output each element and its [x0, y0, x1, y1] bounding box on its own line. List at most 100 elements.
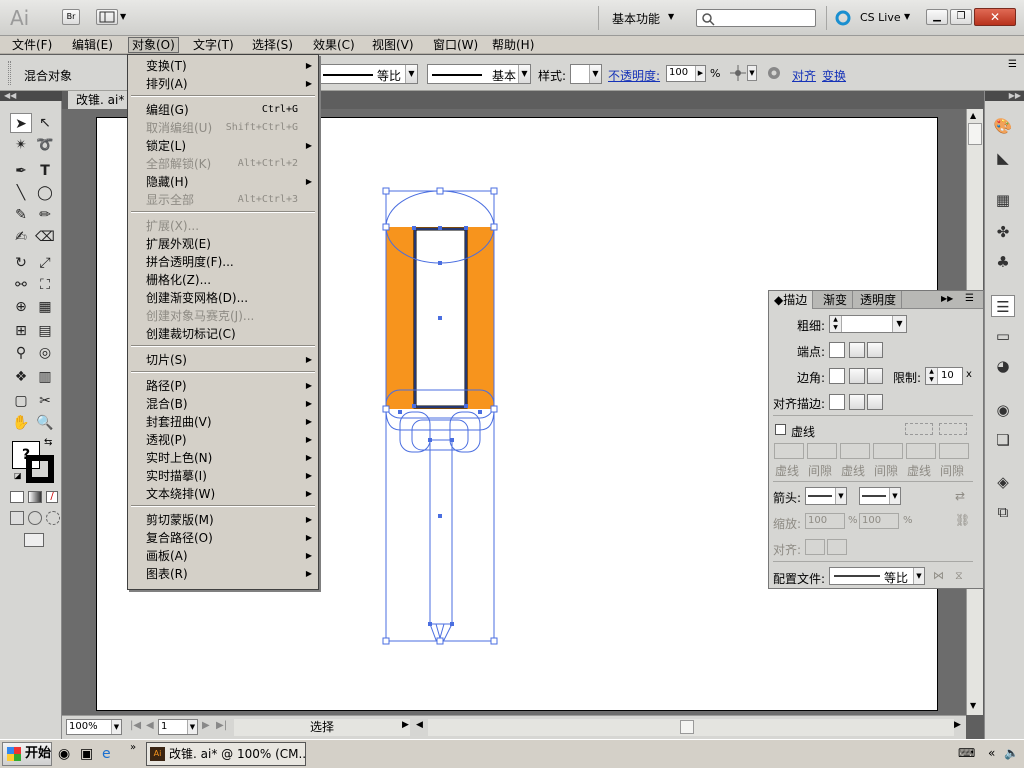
ie-icon[interactable]: e	[102, 746, 111, 762]
brushes-panel-icon[interactable]: ✤	[991, 221, 1015, 243]
scroll-thumb[interactable]	[680, 720, 694, 734]
current-tool-status[interactable]: 选择	[234, 719, 410, 736]
object-menu-item[interactable]: 栅格化(Z)...	[128, 271, 318, 289]
dashed-line-checkbox[interactable]	[775, 424, 786, 435]
chevron-right-icon[interactable]: ▶	[954, 720, 961, 730]
flip-along-icon[interactable]: ⋈	[933, 569, 944, 582]
chevron-down-icon[interactable]: ▼	[913, 568, 924, 584]
arrow-align-extend-button[interactable]	[805, 539, 825, 555]
stroke-panel-icon[interactable]: ☰	[991, 295, 1015, 317]
chevron-down-icon[interactable]: ▼	[889, 488, 900, 504]
quick-launch-expand-icon[interactable]: »	[130, 742, 136, 753]
object-menu-item[interactable]: 剪切蒙版(M) ▶	[128, 511, 318, 529]
dash-2-input[interactable]	[840, 443, 870, 459]
chevron-down-icon[interactable]: ▼	[187, 720, 197, 734]
link-icon[interactable]: ⛓	[955, 513, 970, 527]
appearance-panel-icon[interactable]: ◉	[991, 399, 1015, 421]
bevel-join-button[interactable]	[867, 368, 883, 384]
keyboard-icon[interactable]: ⌨	[958, 746, 975, 760]
layers-panel-icon[interactable]: ◈	[991, 471, 1015, 493]
scroll-thumb[interactable]	[968, 123, 982, 145]
artboard-number-input[interactable]: 1 ▼	[158, 719, 198, 735]
object-menu-item[interactable]: 封套扭曲(V) ▶	[128, 413, 318, 431]
round-join-button[interactable]	[849, 368, 865, 384]
align-outside-button[interactable]	[867, 394, 883, 410]
chevron-down-icon[interactable]: ▼	[111, 720, 121, 734]
projecting-cap-button[interactable]	[867, 342, 883, 358]
align-center-button[interactable]	[829, 394, 845, 410]
taskbar-item-illustrator[interactable]: Ai 改锥. ai* @ 100% (CM...	[146, 742, 306, 766]
chevron-up-icon[interactable]: ▲	[970, 111, 976, 120]
preserve-dash-icon[interactable]	[905, 423, 933, 435]
graphic-styles-icon[interactable]: ❏	[991, 429, 1015, 451]
expand-icon[interactable]: ▶▶	[985, 91, 1024, 101]
object-menu-item[interactable]: 创建渐变网格(D)...	[128, 289, 318, 307]
object-menu-item[interactable]: 透视(P) ▶	[128, 431, 318, 449]
object-menu-item[interactable]: 排列(A) ▶	[128, 75, 318, 93]
tab-transparency[interactable]: 透明度	[855, 291, 903, 309]
object-menu-item[interactable]: 变换(T) ▶	[128, 57, 318, 75]
profile-dropdown[interactable]: 等比 ▼	[829, 567, 925, 585]
round-cap-button[interactable]	[849, 342, 865, 358]
object-menu-item[interactable]: 复合路径(O) ▶	[128, 529, 318, 547]
object-menu-item[interactable]: 图表(R) ▶	[128, 565, 318, 583]
last-artboard-icon[interactable]: ▶|	[216, 720, 227, 731]
object-menu-item[interactable]: 混合(B) ▶	[128, 395, 318, 413]
object-menu-item[interactable]: 隐藏(H) ▶	[128, 173, 318, 191]
start-button[interactable]: 开始	[2, 742, 52, 766]
symbols-panel-icon[interactable]: ♣	[991, 251, 1015, 273]
transparency-panel-icon[interactable]: ◕	[991, 355, 1015, 377]
show-desktop-icon[interactable]: ▣	[80, 746, 93, 762]
end-scale-input[interactable]: 100	[859, 513, 899, 529]
chevron-left-icon[interactable]: ◀	[416, 720, 423, 730]
limit-input[interactable]: ▲ ▼ 10	[925, 367, 963, 385]
object-menu-item[interactable]: 路径(P) ▶	[128, 377, 318, 395]
artboards-panel-icon[interactable]: ⧉	[991, 501, 1015, 523]
object-menu-item[interactable]: 编组(G) Ctrl+G	[128, 101, 318, 119]
previous-artboard-icon[interactable]: ◀	[146, 720, 154, 731]
volume-icon[interactable]: 🔈	[1004, 746, 1019, 760]
end-arrowhead-dropdown[interactable]: ▼	[859, 487, 901, 505]
object-menu-item[interactable]: 文本绕排(W) ▶	[128, 485, 318, 503]
weight-input[interactable]: ▲ ▼ ▼	[829, 315, 907, 333]
next-artboard-icon[interactable]: ▶	[202, 720, 210, 731]
media-player-icon[interactable]: ◉	[58, 746, 70, 762]
tab-gradient[interactable]: 渐变	[818, 291, 854, 309]
swatches-panel-icon[interactable]: ▦	[991, 189, 1015, 211]
align-dash-icon[interactable]	[939, 423, 967, 435]
start-arrowhead-dropdown[interactable]: ▼	[805, 487, 847, 505]
dash-3-input[interactable]	[906, 443, 936, 459]
object-menu-item[interactable]: 实时描摹(I) ▶	[128, 467, 318, 485]
flip-across-icon[interactable]: ⧖	[955, 569, 963, 583]
chevron-right-icon[interactable]: ▶	[402, 720, 409, 730]
object-menu-item[interactable]: 扩展外观(E)	[128, 235, 318, 253]
butt-cap-button[interactable]	[829, 342, 845, 358]
dash-1-input[interactable]	[774, 443, 804, 459]
object-menu-item[interactable]: 拼合透明度(F)...	[128, 253, 318, 271]
stepper-icon[interactable]: ▲ ▼	[926, 368, 938, 384]
stepper-icon[interactable]: ▲ ▼	[830, 316, 842, 332]
expand-icon[interactable]: ▶▶	[941, 294, 953, 303]
horizontal-scrollbar[interactable]	[428, 719, 954, 736]
object-menu-item[interactable]: 锁定(L) ▶	[128, 137, 318, 155]
object-menu-item[interactable]: 切片(S) ▶	[128, 351, 318, 369]
gradient-panel-icon[interactable]: ▭	[991, 325, 1015, 347]
chevron-down-icon[interactable]: ▼	[892, 316, 906, 332]
start-scale-input[interactable]: 100	[805, 513, 845, 529]
zoom-dropdown[interactable]: 100% ▼	[66, 719, 122, 735]
object-menu-item[interactable]: 画板(A) ▶	[128, 547, 318, 565]
chevron-down-icon[interactable]: ▼	[835, 488, 846, 504]
gap-2-input[interactable]	[873, 443, 903, 459]
arrow-align-place-button[interactable]	[827, 539, 847, 555]
miter-join-button[interactable]	[829, 368, 845, 384]
color-panel-icon[interactable]: 🎨	[991, 115, 1015, 137]
tray-expand-icon[interactable]: «	[988, 746, 995, 760]
chevron-down-icon[interactable]: ▼	[970, 701, 976, 710]
object-menu-item[interactable]: 创建裁切标记(C)	[128, 325, 318, 343]
panel-menu-icon[interactable]: ☰	[965, 293, 974, 304]
color-guide-icon[interactable]: ◣	[991, 147, 1015, 169]
first-artboard-icon[interactable]: |◀	[130, 720, 141, 731]
gap-1-input[interactable]	[807, 443, 837, 459]
object-menu-item[interactable]: 实时上色(N) ▶	[128, 449, 318, 467]
gap-3-input[interactable]	[939, 443, 969, 459]
